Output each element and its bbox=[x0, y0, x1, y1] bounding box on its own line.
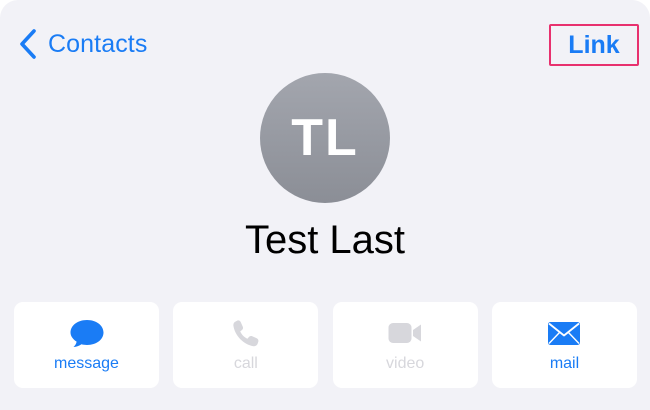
avatar: TL bbox=[260, 73, 390, 203]
avatar-initials: TL bbox=[291, 109, 359, 167]
phone-icon bbox=[233, 319, 259, 346]
contact-name: Test Last bbox=[244, 218, 406, 262]
call-button-label: call bbox=[233, 354, 258, 372]
video-button[interactable]: video bbox=[332, 302, 478, 388]
video-camera-icon bbox=[388, 322, 422, 343]
message-button-label: message bbox=[54, 354, 119, 372]
call-button[interactable]: call bbox=[173, 302, 319, 388]
contact-card-screen: Contacts Link TL Test Last message call … bbox=[0, 0, 650, 410]
link-button[interactable]: Link bbox=[549, 24, 639, 66]
back-button-label: Contacts bbox=[48, 29, 148, 58]
message-bubble-icon bbox=[70, 319, 103, 347]
video-button-label: video bbox=[386, 354, 425, 372]
envelope-icon bbox=[548, 321, 581, 345]
mail-button[interactable]: mail bbox=[491, 302, 637, 388]
mail-button-label: mail bbox=[549, 354, 580, 372]
back-button[interactable]: Contacts bbox=[18, 26, 147, 62]
message-button[interactable]: message bbox=[14, 302, 159, 388]
quick-actions-bar: message call video mail bbox=[14, 302, 637, 388]
chevron-left-icon bbox=[20, 29, 36, 59]
